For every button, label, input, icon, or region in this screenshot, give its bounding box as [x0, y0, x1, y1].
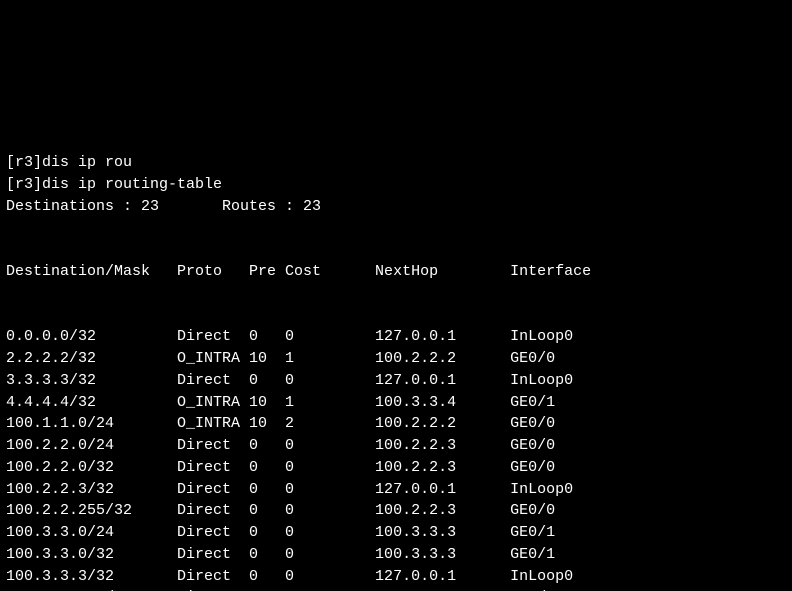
- header-line: Destinations : 23 Routes : 23: [6, 196, 786, 218]
- table-row: 100.3.3.255/32 Direct 0 0 100.3.3.3 GE0/…: [6, 587, 786, 591]
- table-row: 100.2.2.255/32 Direct 0 0 100.2.2.3 GE0/…: [6, 500, 786, 522]
- table-column-header: Destination/Mask Proto Pre Cost NextHop …: [6, 261, 786, 283]
- table-row: 100.1.1.0/24 O_INTRA 10 2 100.2.2.2 GE0/…: [6, 413, 786, 435]
- table-row: 100.2.2.0/24 Direct 0 0 100.2.2.3 GE0/0: [6, 435, 786, 457]
- table-row: 100.2.2.0/32 Direct 0 0 100.2.2.3 GE0/0: [6, 457, 786, 479]
- table-row: 2.2.2.2/32 O_INTRA 10 1 100.2.2.2 GE0/0: [6, 348, 786, 370]
- table-row: 100.3.3.0/32 Direct 0 0 100.3.3.3 GE0/1: [6, 544, 786, 566]
- table-body: 0.0.0.0/32 Direct 0 0 127.0.0.1 InLoop02…: [6, 326, 786, 591]
- table-row: 100.2.2.3/32 Direct 0 0 127.0.0.1 InLoop…: [6, 479, 786, 501]
- table-row: 4.4.4.4/32 O_INTRA 10 1 100.3.3.4 GE0/1: [6, 392, 786, 414]
- table-row: 3.3.3.3/32 Direct 0 0 127.0.0.1 InLoop0: [6, 370, 786, 392]
- table-row: 100.3.3.0/24 Direct 0 0 100.3.3.3 GE0/1: [6, 522, 786, 544]
- command-header-block: [r3]dis ip rou[r3]dis ip routing-tableDe…: [6, 152, 786, 217]
- terminal-output[interactable]: [r3]dis ip rou[r3]dis ip routing-tableDe…: [0, 109, 792, 591]
- table-row: 0.0.0.0/32 Direct 0 0 127.0.0.1 InLoop0: [6, 326, 786, 348]
- header-line: [r3]dis ip rou: [6, 152, 786, 174]
- header-line: [r3]dis ip routing-table: [6, 174, 786, 196]
